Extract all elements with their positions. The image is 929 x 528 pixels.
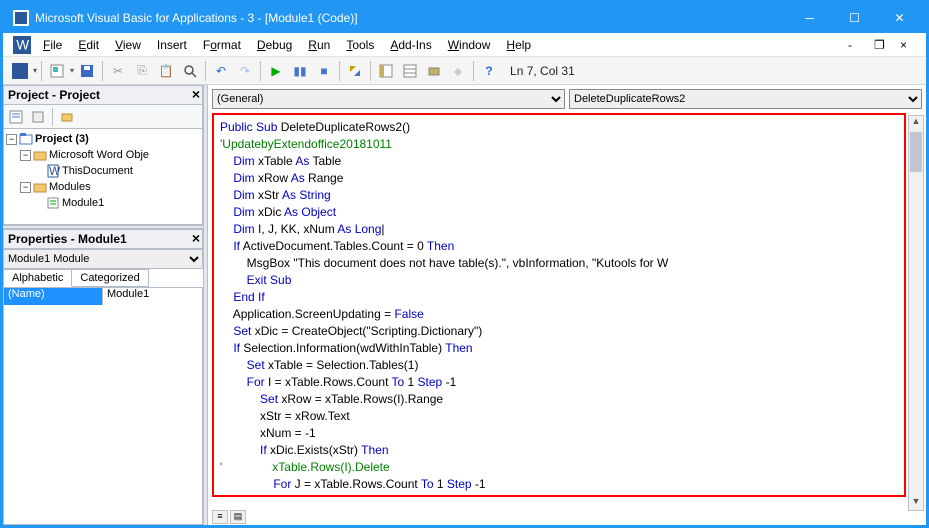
menu-run[interactable]: Run [300,36,338,54]
project-panel-toolbar [3,105,203,129]
document-icon: W [46,164,60,178]
vertical-scrollbar[interactable]: ▲ ▼ [908,115,924,511]
break-button[interactable]: ▮▮ [289,60,311,82]
tree-modules[interactable]: − Modules [6,179,200,195]
word-icon[interactable]: W [13,36,31,54]
properties-panel-close-button[interactable]: × [192,230,200,246]
minimize-button[interactable]: ─ [787,3,832,33]
menu-debug[interactable]: Debug [249,36,300,54]
procedure-view-button[interactable]: ≡ [212,510,228,524]
copy-button[interactable]: ⎘ [131,60,153,82]
app-icon [13,10,29,26]
mdi-close-button[interactable]: × [900,38,914,52]
properties-object-selector[interactable]: Module1 Module [3,249,203,269]
folder-icon [33,148,47,162]
menu-edit[interactable]: Edit [70,36,107,54]
view-code-button[interactable] [6,107,26,127]
design-mode-button[interactable] [344,60,366,82]
mdi-restore-button[interactable]: ❐ [874,38,888,52]
toggle-folders-button[interactable] [57,107,77,127]
project-explorer-button[interactable] [375,60,397,82]
collapse-icon[interactable]: − [6,134,17,145]
project-icon [19,132,33,146]
redo-button[interactable]: ↷ [234,60,256,82]
svg-text:W: W [49,164,60,178]
scrollbar-thumb[interactable] [910,132,922,172]
properties-grid[interactable]: (Name) Module1 [3,287,203,525]
properties-panel-header: Properties - Module1 × [3,229,203,249]
title-bar: Microsoft Visual Basic for Applications … [3,3,926,33]
insert-module-button[interactable] [46,60,68,82]
object-browser-button[interactable] [423,60,445,82]
project-panel-title: Project - Project [8,88,100,102]
maximize-button[interactable]: ☐ [832,3,877,33]
code-pane: (General) DeleteDuplicateRows2 Public Su… [208,85,926,525]
menu-addins[interactable]: Add-Ins [382,36,439,54]
scroll-up-icon[interactable]: ▲ [909,116,923,130]
menu-help[interactable]: Help [498,36,539,54]
cursor-position: Ln 7, Col 31 [510,64,575,78]
close-button[interactable]: ✕ [877,3,922,33]
menu-tools[interactable]: Tools [338,36,382,54]
menu-window[interactable]: Window [440,36,499,54]
help-button[interactable]: ? [478,60,500,82]
folder-icon [33,180,47,194]
project-panel-close-button[interactable]: × [192,86,200,102]
code-editor[interactable]: Public Sub DeleteDuplicateRows2()'Update… [212,113,906,497]
tree-module1[interactable]: Module1 [6,195,200,211]
menu-bar: W File Edit View Insert Format Debug Run… [3,33,926,57]
left-sidebar: Project - Project × − Project (3) − Micr… [3,85,203,525]
scroll-down-icon[interactable]: ▼ [909,496,923,510]
run-button[interactable]: ▶ [265,60,287,82]
properties-tabs: Alphabetic Categorized [3,269,203,287]
tree-word-objects[interactable]: − Microsoft Word Obje [6,147,200,163]
collapse-icon[interactable]: − [20,150,31,161]
properties-button[interactable] [399,60,421,82]
toolbar: ▾ ▾ ✂ ⎘ 📋 ↶ ↷ ▶ ▮▮ ■ ? Ln 7, Col 31 [3,57,926,85]
tree-thisdocument[interactable]: W ThisDocument [6,163,200,179]
reset-button[interactable]: ■ [313,60,335,82]
project-tree[interactable]: − Project (3) − Microsoft Word Obje W Th… [3,129,203,225]
undo-button[interactable]: ↶ [210,60,232,82]
mdi-minimize-button[interactable]: - [848,38,862,52]
project-panel-header: Project - Project × [3,85,203,105]
window-title: Microsoft Visual Basic for Applications … [35,11,787,25]
property-name: (Name) [4,288,103,305]
save-button[interactable] [76,60,98,82]
paste-button[interactable]: 📋 [155,60,177,82]
menu-file[interactable]: File [35,36,70,54]
property-value[interactable]: Module1 [103,288,202,305]
tab-categorized[interactable]: Categorized [71,269,148,287]
properties-panel-title: Properties - Module1 [8,232,127,246]
module-icon [46,196,60,210]
find-button[interactable] [179,60,201,82]
view-word-button[interactable] [9,60,31,82]
project-root[interactable]: − Project (3) [6,131,200,147]
collapse-icon[interactable]: − [20,182,31,193]
property-row[interactable]: (Name) Module1 [4,288,202,305]
view-object-button[interactable] [28,107,48,127]
menu-insert[interactable]: Insert [149,36,195,54]
cut-button[interactable]: ✂ [107,60,129,82]
object-combo[interactable]: (General) [212,89,565,109]
full-module-view-button[interactable]: ▤ [230,510,246,524]
toolbox-button[interactable] [447,60,469,82]
procedure-combo[interactable]: DeleteDuplicateRows2 [569,89,922,109]
code-view-buttons: ≡ ▤ [208,509,926,525]
menu-format[interactable]: Format [195,36,249,54]
tab-alphabetic[interactable]: Alphabetic [3,269,72,287]
menu-view[interactable]: View [107,36,149,54]
svg-text:W: W [16,37,29,52]
